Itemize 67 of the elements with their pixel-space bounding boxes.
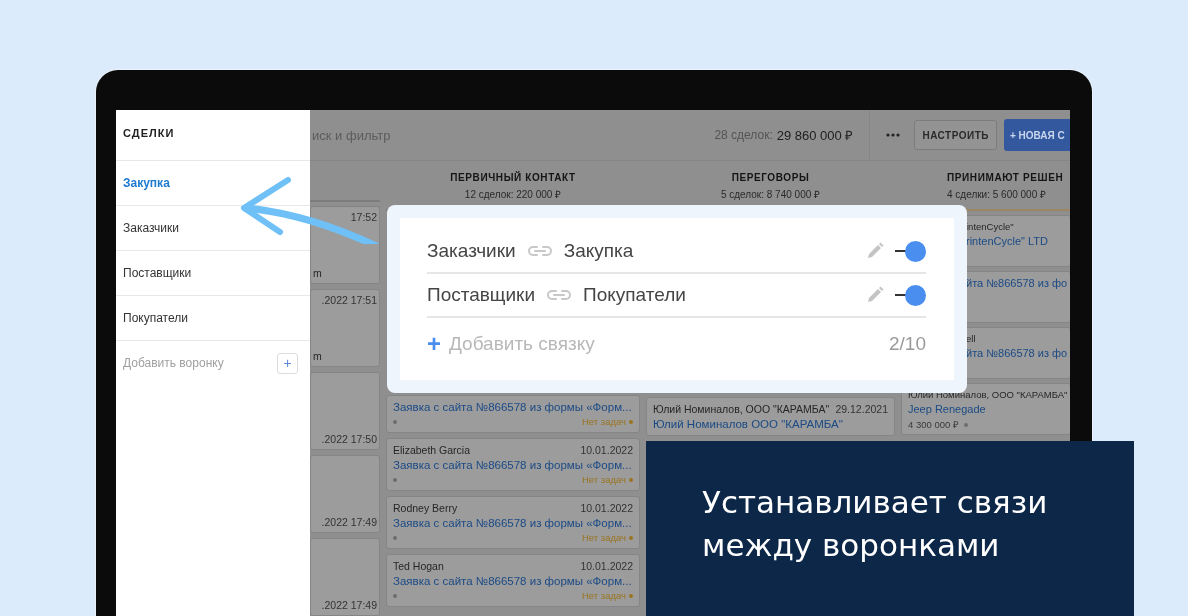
- deal-card[interactable]: .2022 17:50: [310, 372, 380, 450]
- status-dot: [393, 535, 397, 540]
- tasks-status: Нет задач: [581, 416, 633, 427]
- deal-date: 17:52: [350, 211, 377, 223]
- column-title: ПЕРВИЧНЫЙ КОНТАКТ: [449, 172, 577, 183]
- deal-link[interactable]: Юлий Номиналов ООО "КАРАМБА": [653, 418, 888, 430]
- deal-card[interactable]: Ted Hogan 10.01.2022 Заявка с сайта №866578 из формы «Форм... Нет задач: [386, 554, 640, 607]
- status-dot: [393, 593, 397, 598]
- deal-link[interactable]: Заявка с сайта №866578 из формы «Форм...: [393, 575, 633, 587]
- contact-name: m: [313, 267, 322, 279]
- plus-icon[interactable]: +: [427, 332, 441, 356]
- deal-date: 29.12.2021: [835, 403, 888, 415]
- deal-date: .2022 17:49: [321, 516, 377, 528]
- add-funnel-label: Добавить воронку: [123, 356, 224, 370]
- settings-button[interactable]: НАСТРОИТЬ: [914, 120, 997, 150]
- deal-card[interactable]: Юлий Номиналов, ООО "КАРАМБА" 29.12.2021 Юлий Номиналов ООО "КАРАМБА": [646, 397, 895, 436]
- deal-link[interactable]: rintenCycle" LTD: [966, 235, 1064, 247]
- new-deal-button[interactable]: + НОВАЯ С: [1004, 119, 1070, 151]
- toggle-switch[interactable]: [895, 240, 926, 262]
- column-summary: 12 сделок: 220 000 ₽: [463, 188, 563, 201]
- link-icon: [547, 289, 572, 301]
- deal-card[interactable]: .2022 17:49: [310, 538, 380, 616]
- deal-date: 10.01.2022: [580, 502, 633, 514]
- column-title: ПЕРЕГОВОРЫ: [730, 172, 811, 183]
- deal-card[interactable]: m .2022 17:51: [310, 289, 380, 367]
- banner-text: Устанавливает связи между воронками: [702, 483, 1049, 565]
- deal-link[interactable]: Заявка с сайта №866578 из формы «Форм...: [393, 517, 633, 529]
- deal-card[interactable]: .2022 17:49: [310, 455, 380, 533]
- deal-link[interactable]: Заявка с сайта №866578 из формы «Форм...: [393, 459, 633, 471]
- contact-name: intenCycle": [966, 221, 1014, 232]
- tasks-status: Нет задач: [581, 532, 633, 543]
- contact-name: Юлий Номиналов, ООО "КАРАМБА": [653, 403, 830, 415]
- deal-date: .2022 17:49: [321, 599, 377, 611]
- toggle-switch[interactable]: [895, 284, 926, 306]
- deal-link[interactable]: Заявка с сайта №866578 из формы «Форм...: [393, 401, 633, 413]
- deal-date: .2022 17:51: [321, 294, 377, 306]
- deal-date: 10.01.2022: [580, 444, 633, 456]
- tasks-status: Нет задач: [581, 474, 633, 485]
- deal-card[interactable]: Elizabeth Garcia 10.01.2022 Заявка с сайта №866578 из формы «Форм... Нет задач: [386, 438, 640, 491]
- funnel-name: Поставщики: [427, 284, 536, 306]
- status-dot: [963, 422, 968, 427]
- deal-date: 10.01.2022: [580, 560, 633, 572]
- column-summary: 5 сделок: 8 740 000 ₽: [719, 188, 822, 201]
- funnel-name: Покупатели: [583, 284, 686, 306]
- deal-card[interactable]: m 17:52: [310, 206, 380, 284]
- contact-name: Ted Hogan: [393, 560, 444, 572]
- deal-total: 29 860 000 ₽: [776, 127, 854, 144]
- funnel-name: Закупка: [563, 240, 634, 262]
- more-icon[interactable]: [886, 133, 901, 137]
- tasks-status: Нет задач: [581, 590, 633, 601]
- deal-link[interactable]: Jeep Renegade: [908, 403, 1064, 415]
- contact-name: Elizabeth Garcia: [393, 444, 471, 456]
- column-title: ПРИНИМАЮТ РЕШЕН: [947, 172, 1065, 183]
- deal-card[interactable]: Заявка с сайта №866578 из формы «Форм... Нет задач: [386, 395, 640, 433]
- add-funnel-button[interactable]: +: [277, 352, 298, 374]
- funnel-name: Заказчики: [427, 240, 516, 262]
- status-dot: [393, 477, 397, 482]
- deal-card[interactable]: Rodney Berry 10.01.2022 Заявка с сайта №866578 из формы «Форм... Нет задач: [386, 496, 640, 549]
- deal-price: 4 300 000 ₽: [908, 418, 959, 431]
- contact-name: Rodney Berry: [393, 502, 458, 514]
- deal-count: 28 сделок:: [714, 128, 773, 142]
- deal-date: .2022 17:50: [321, 433, 377, 445]
- contact-name: m: [313, 350, 322, 362]
- contact-name: ell: [966, 333, 976, 344]
- column-summary: 4 сделки: 5 600 000 ₽: [947, 188, 1048, 201]
- status-dot: [393, 419, 397, 424]
- link-icon: [527, 245, 552, 257]
